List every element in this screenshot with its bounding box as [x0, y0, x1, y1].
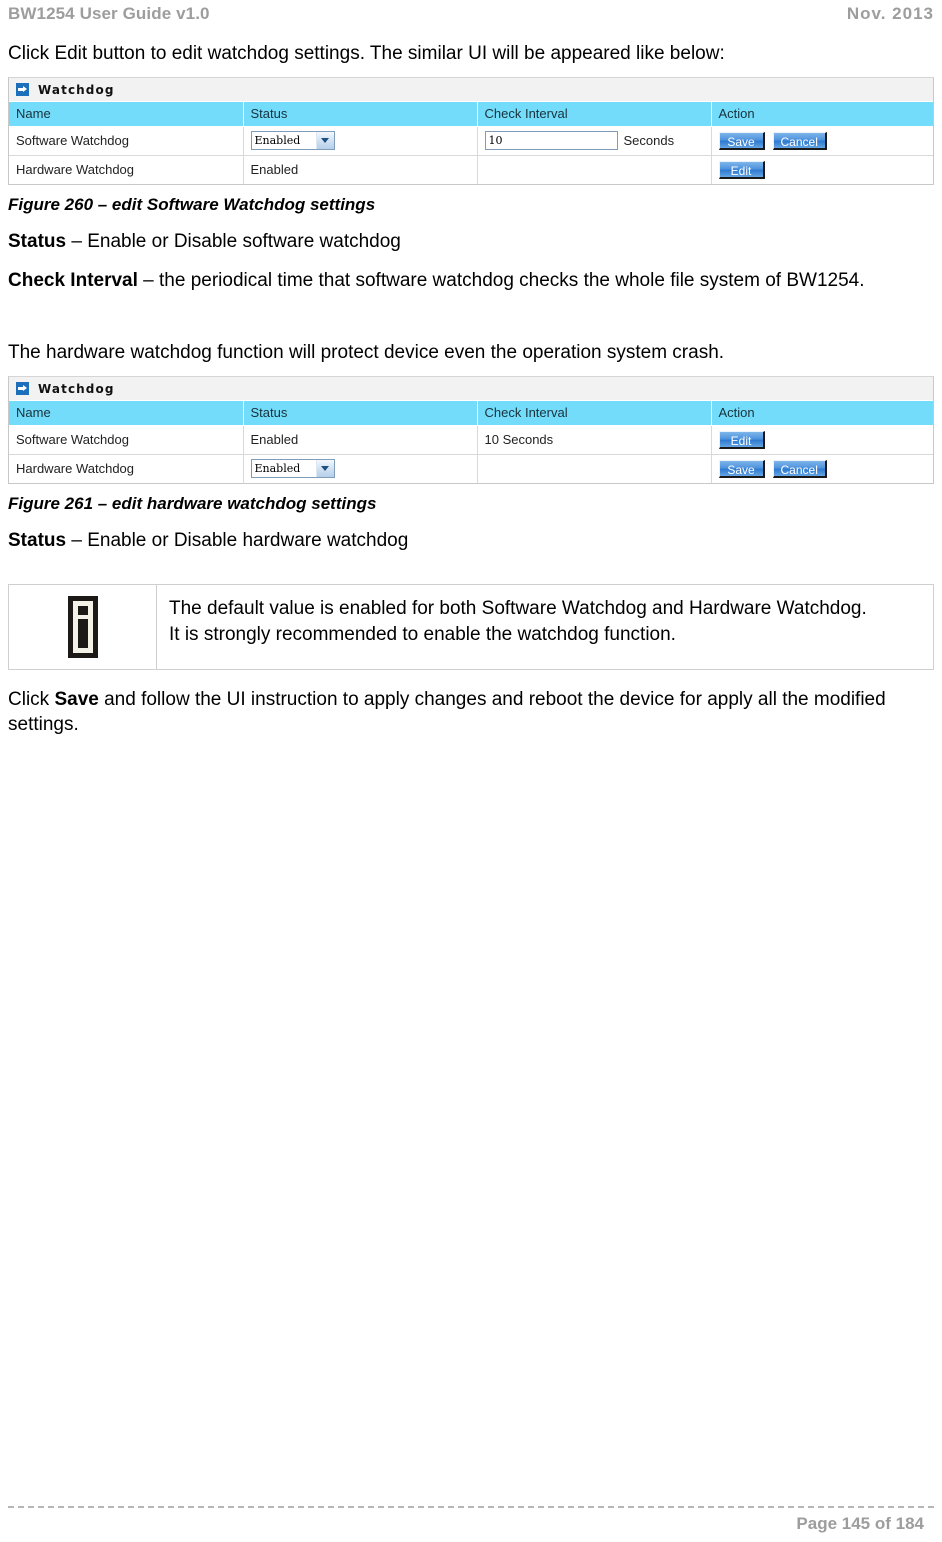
- note-text-cell: The default value is enabled for both So…: [157, 585, 933, 669]
- column-header-action: Action: [711, 401, 933, 426]
- row-label-software-watchdog: Software Watchdog: [9, 425, 244, 455]
- status-desc: – Enable or Disable software watchdog: [66, 231, 401, 252]
- status-cell: Enabled: [243, 425, 478, 455]
- action-cell: Save Cancel: [711, 454, 933, 483]
- status-cell: Enabled: [243, 126, 478, 156]
- check-interval-cell: 10 Seconds: [477, 126, 712, 156]
- document-page: BW1254 User Guide v1.0 Nov. 2013 Click E…: [0, 0, 942, 1542]
- intro-paragraph: Click Edit button to edit watchdog setti…: [8, 43, 725, 64]
- note-icon-cell: [9, 585, 157, 669]
- arrow-right-icon: [16, 83, 29, 96]
- closing-suffix: and follow the UI instruction to apply c…: [8, 689, 886, 735]
- closing-prefix: Click: [8, 689, 55, 710]
- table-row: Hardware Watchdog Enabled Save Cancel: [9, 454, 933, 483]
- status-desc: – Enable or Disable hardware watchdog: [66, 530, 409, 551]
- table-row: Software Watchdog Enabled 10 Seconds Edi…: [9, 425, 933, 455]
- cancel-button[interactable]: Cancel: [772, 459, 827, 478]
- info-icon: [67, 596, 98, 658]
- table-row: Software Watchdog Enabled 10 Seconds Save…: [9, 126, 933, 156]
- check-interval-input[interactable]: 10: [484, 131, 618, 150]
- status-term: Status: [8, 231, 67, 252]
- column-header-check-interval: Check Interval: [477, 401, 712, 426]
- column-header-action: Action: [711, 102, 933, 127]
- header-date: Nov. 2013: [846, 4, 934, 23]
- arrow-right-icon: [16, 382, 29, 395]
- chevron-down-icon[interactable]: [315, 132, 334, 149]
- watchdog-table: Name Status Check Interval Action Softwa…: [9, 102, 933, 184]
- check-interval-description: Check Interval – the periodical time tha…: [8, 268, 934, 293]
- action-cell: Edit: [711, 155, 933, 184]
- panel-title-bar: Watchdog: [9, 377, 933, 401]
- table-header-row: Name Status Check Interval Action: [9, 401, 933, 426]
- edit-button[interactable]: Edit: [718, 160, 765, 179]
- row-label-software-watchdog: Software Watchdog: [9, 126, 244, 156]
- closing-bold-save: Save: [54, 689, 99, 710]
- software-status-value: Enabled: [254, 134, 301, 147]
- seconds-unit-label: Seconds: [623, 133, 675, 148]
- note-box: The default value is enabled for both So…: [8, 584, 934, 670]
- panel-title-label: Watchdog: [38, 82, 115, 97]
- hardware-intro-paragraph: The hardware watchdog function will prot…: [8, 342, 725, 363]
- document-footer: Page 145 of 184: [8, 1506, 934, 1534]
- column-header-status: Status: [243, 102, 478, 127]
- closing-paragraph: Click Save and follow the UI instruction…: [8, 687, 934, 737]
- check-interval-term: Check Interval: [8, 270, 138, 291]
- edit-button[interactable]: Edit: [718, 430, 765, 449]
- save-button[interactable]: Save: [718, 131, 765, 150]
- row-label-hardware-watchdog: Hardware Watchdog: [9, 454, 244, 483]
- footer-divider: [8, 1506, 934, 1508]
- column-header-name: Name: [9, 102, 244, 127]
- column-header-check-interval: Check Interval: [477, 102, 712, 127]
- panel-title-bar: Watchdog: [9, 78, 933, 102]
- column-header-name: Name: [9, 401, 244, 426]
- status-cell: Enabled: [243, 155, 478, 184]
- table-row: Hardware Watchdog Enabled Edit: [9, 155, 933, 184]
- check-interval-cell: [477, 454, 712, 483]
- status-description-software: Status – Enable or Disable software watc…: [8, 229, 934, 254]
- note-line-2: It is strongly recommended to enable the…: [169, 624, 676, 645]
- status-term: Status: [8, 530, 67, 551]
- cancel-button[interactable]: Cancel: [772, 131, 827, 150]
- figure-260-caption: Figure 260 – edit Software Watchdog sett…: [8, 195, 376, 214]
- document-header: BW1254 User Guide v1.0 Nov. 2013: [8, 0, 934, 24]
- action-cell: Edit: [711, 425, 933, 455]
- info-icon-stem: [77, 619, 88, 648]
- row-label-hardware-watchdog: Hardware Watchdog: [9, 155, 244, 184]
- check-interval-cell: [477, 155, 712, 184]
- hardware-status-select[interactable]: Enabled: [250, 459, 335, 479]
- check-interval-cell: 10 Seconds: [477, 425, 712, 455]
- check-interval-desc: – the periodical time that software watc…: [137, 270, 865, 291]
- note-line-1: The default value is enabled for both So…: [169, 598, 867, 619]
- software-status-select[interactable]: Enabled: [250, 131, 335, 150]
- column-header-status: Status: [243, 401, 478, 426]
- chevron-down-icon[interactable]: [315, 460, 334, 478]
- watchdog-panel-edit-hardware: Watchdog Name Status Check Interval Acti…: [8, 376, 934, 484]
- action-cell: Save Cancel: [711, 126, 933, 156]
- status-cell: Enabled: [243, 454, 478, 483]
- info-icon-dot: [77, 606, 88, 615]
- table-header-row: Name Status Check Interval Action: [9, 102, 933, 127]
- page-number: Page 145 of 184: [796, 1514, 924, 1533]
- save-button[interactable]: Save: [718, 459, 765, 478]
- panel-title-label: Watchdog: [38, 381, 115, 396]
- hardware-status-value: Enabled: [254, 462, 301, 476]
- watchdog-table: Name Status Check Interval Action Softwa…: [9, 401, 933, 483]
- watchdog-panel-edit-software: Watchdog Name Status Check Interval Acti…: [8, 77, 934, 185]
- status-description-hardware: Status – Enable or Disable hardware watc…: [8, 528, 934, 553]
- header-title: BW1254 User Guide v1.0: [8, 4, 210, 23]
- figure-261-caption: Figure 261 – edit hardware watchdog sett…: [8, 494, 377, 513]
